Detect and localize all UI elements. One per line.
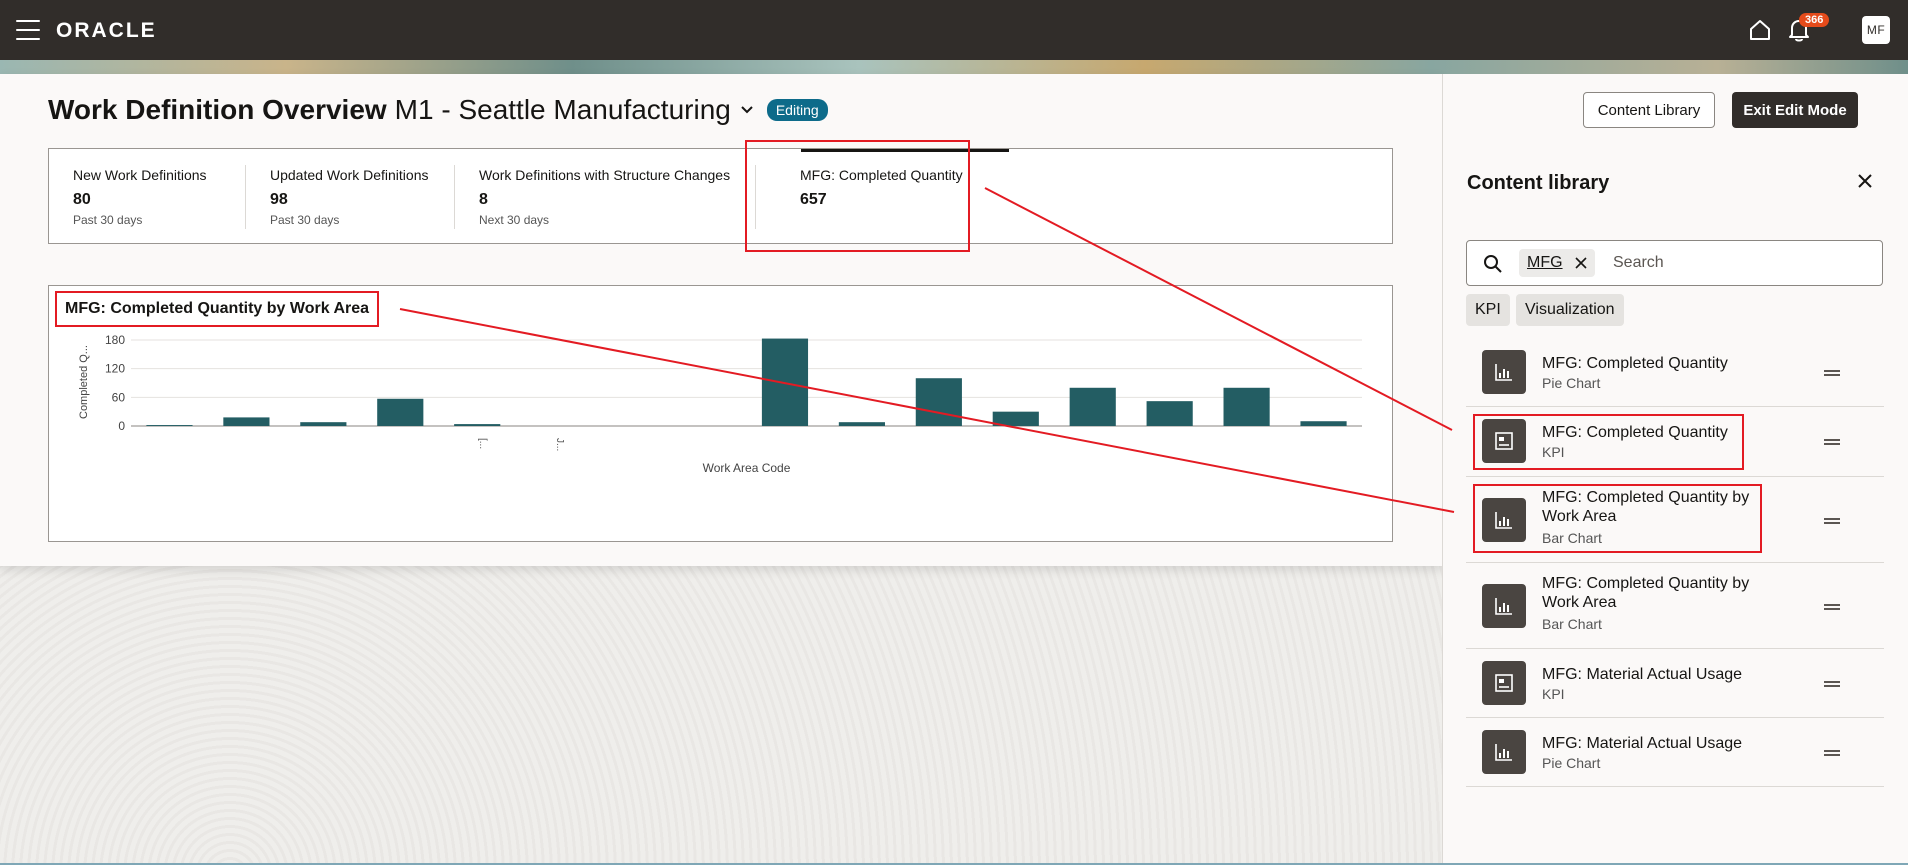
main-canvas: Work Definition Overview M1 - Seattle Ma… (0, 74, 1442, 566)
filter-kpi[interactable]: KPI (1466, 294, 1510, 326)
bar (377, 398, 424, 426)
bar (1146, 401, 1193, 426)
bar-chart: 0 60 120 180 [... J... Work Area Code Completed… (78, 333, 1362, 475)
kpi-value: 98 (270, 191, 288, 208)
home-icon[interactable] (1747, 17, 1773, 43)
x-axis-label: Work Area Code (703, 461, 791, 475)
chart-title: MFG: Completed Quantity by Work Area (65, 300, 370, 317)
library-item-name: MFG: Completed Quantity (1542, 355, 1728, 372)
library-item-type: Bar Chart (1542, 530, 1602, 546)
y-tick-label: 120 (105, 362, 125, 376)
remove-chip-icon[interactable] (1574, 257, 1587, 269)
page-title: Work Definition Overview M1 - Seattle Ma… (48, 94, 828, 126)
drag-handle-icon[interactable] (1824, 439, 1840, 445)
drag-handle-icon[interactable] (1824, 370, 1840, 376)
exit-edit-mode-button[interactable]: Exit Edit Mode (1732, 92, 1858, 128)
bar (1069, 387, 1116, 426)
oracle-logo[interactable]: ORACLE (56, 19, 157, 43)
page-title-text: Work Definition Overview (48, 94, 387, 125)
y-tick-label: 60 (112, 390, 126, 404)
x-tick-label: J... (554, 438, 565, 451)
search-input[interactable] (1613, 249, 1863, 277)
bar (992, 411, 1039, 426)
kpi-icon (1482, 661, 1526, 705)
filter-visualization[interactable]: Visualization (1516, 294, 1624, 326)
bar (1223, 387, 1270, 426)
kpi-label: MFG: Completed Quantity (800, 167, 963, 183)
search-chip-label: MFG (1527, 254, 1563, 271)
drag-handle-icon[interactable] (1824, 750, 1840, 756)
library-item-type: Pie Chart (1542, 755, 1601, 771)
library-item[interactable]: MFG: Material Actual Usage Pie Chart (1466, 718, 1884, 787)
bar (300, 422, 347, 426)
editing-badge: Editing (766, 99, 828, 121)
y-tick-label: 180 (105, 333, 125, 347)
kpi-updated-work-definitions[interactable]: Updated Work Definitions 98 Past 30 days (246, 149, 454, 245)
organization-name: M1 - Seattle Manufacturing (394, 94, 731, 125)
kpi-structure-changes[interactable]: Work Definitions with Structure Changes … (455, 149, 755, 245)
bar (146, 425, 193, 426)
bar (761, 338, 809, 426)
library-item-type: KPI (1542, 686, 1565, 702)
bar (1300, 421, 1347, 426)
x-tick-label: [... (477, 438, 488, 449)
bar (838, 422, 885, 426)
bar (454, 424, 501, 426)
close-icon[interactable] (1856, 172, 1874, 190)
library-item-type: Pie Chart (1542, 375, 1601, 391)
decorative-band (0, 60, 1908, 74)
drag-handle-icon[interactable] (1824, 681, 1840, 687)
chart-icon (1482, 350, 1526, 394)
kpi-label: Work Definitions with Structure Changes (479, 167, 731, 183)
chart-icon (1482, 498, 1526, 542)
library-item-type: Bar Chart (1542, 616, 1602, 632)
drag-handle-icon[interactable] (1824, 518, 1840, 524)
y-tick-label: 0 (118, 419, 125, 433)
library-item-type: KPI (1542, 444, 1565, 460)
library-item-name: MFG: Material Actual Usage (1542, 666, 1743, 683)
hamburger-menu-icon[interactable] (16, 20, 40, 40)
kpi-value: 8 (479, 191, 488, 208)
library-item-name: MFG: Completed Quantity by Work Area (1542, 489, 1750, 525)
library-item-name: MFG: Completed Quantity by Work Area (1542, 575, 1750, 611)
kpi-strip: New Work Definitions 80 Past 30 days Upd… (48, 148, 1393, 244)
chart-icon (1482, 584, 1526, 628)
search-filter-chip[interactable]: MFG (1519, 249, 1595, 277)
user-avatar[interactable]: MF (1862, 16, 1890, 44)
background-pattern (0, 566, 1442, 865)
kpi-label: New Work Definitions (73, 167, 207, 183)
library-item[interactable]: MFG: Completed Quantity by Work Area Bar… (1466, 563, 1884, 649)
chevron-down-icon[interactable] (739, 102, 755, 118)
bar (223, 417, 270, 426)
library-item[interactable]: MFG: Completed Quantity Pie Chart (1466, 338, 1884, 407)
kpi-new-work-definitions[interactable]: New Work Definitions 80 Past 30 days (49, 149, 245, 245)
kpi-period: Next 30 days (479, 213, 550, 227)
search-field[interactable]: MFG (1466, 240, 1883, 286)
content-library-button[interactable]: Content Library (1583, 92, 1715, 128)
library-item[interactable]: MFG: Material Actual Usage KPI (1466, 649, 1884, 718)
kpi-value: 80 (73, 191, 91, 208)
kpi-icon (1482, 419, 1526, 463)
library-item-name: MFG: Completed Quantity (1542, 424, 1728, 441)
kpi-value: 657 (800, 191, 827, 208)
kpi-period: Past 30 days (73, 213, 143, 227)
search-icon (1484, 255, 1502, 273)
kpi-period: Past 30 days (270, 213, 340, 227)
library-item-name: MFG: Material Actual Usage (1542, 735, 1743, 752)
chart-card[interactable]: MFG: Completed Quantity by Work Area 0 60… (48, 285, 1393, 542)
kpi-completed-quantity[interactable]: MFG: Completed Quantity 657 (776, 149, 1016, 245)
drag-handle-icon[interactable] (1824, 604, 1840, 610)
kpi-label: Updated Work Definitions (270, 167, 429, 183)
y-axis-label: Completed Q... (78, 345, 90, 419)
library-item[interactable]: MFG: Completed Quantity KPI (1466, 407, 1884, 477)
notification-badge: 366 (1799, 13, 1830, 27)
library-item[interactable]: MFG: Completed Quantity by Work Area Bar… (1466, 477, 1884, 563)
panel-title: Content library (1467, 172, 1610, 194)
kpi-divider (755, 165, 756, 229)
chart-icon (1482, 730, 1526, 774)
top-bar: ORACLE 366 MF (0, 0, 1908, 60)
bar (915, 378, 962, 426)
